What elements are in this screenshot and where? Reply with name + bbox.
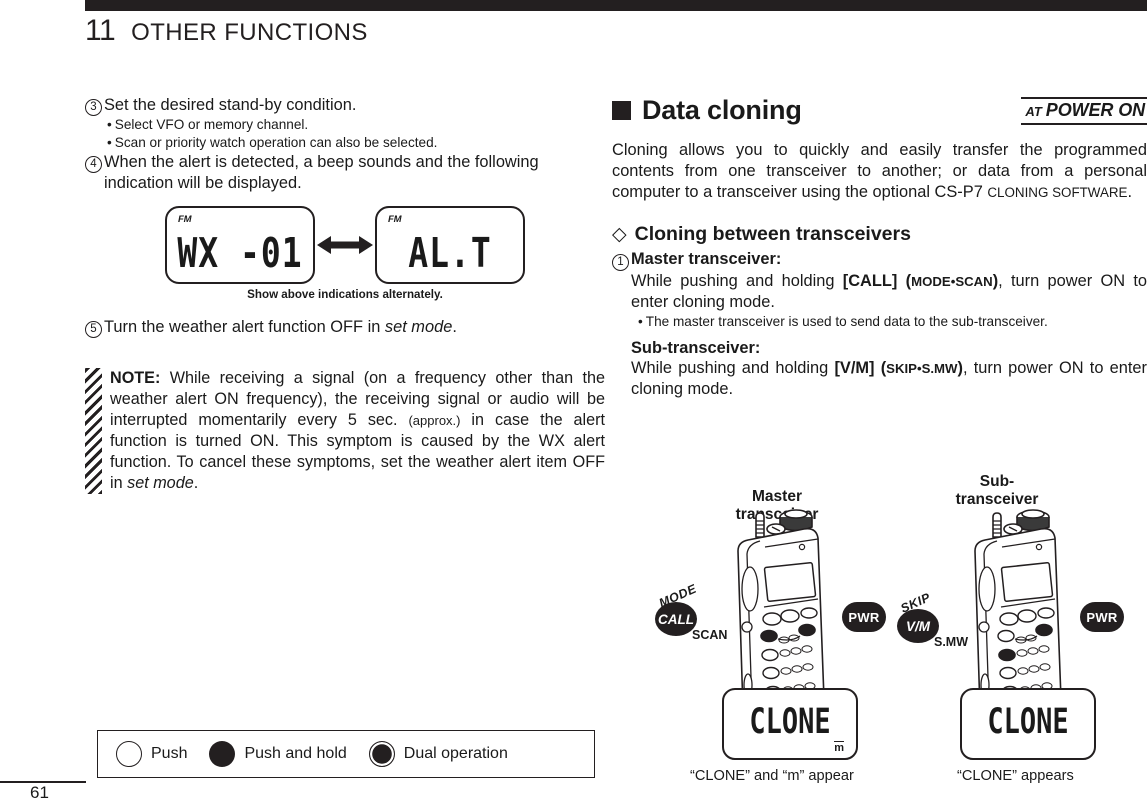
step-3-bullet-1: • Select VFO or memory channel. — [85, 116, 605, 134]
vm-button-under-label: S.MW — [934, 635, 969, 649]
step-number-5: 5 — [85, 321, 102, 338]
sub-instruction: While pushing and holding [V/M] (SKIP•S.… — [612, 358, 1147, 400]
lcd-figure: FM WX -01 FM AL.T — [85, 206, 605, 284]
step-3-text: Set the desired stand-by condition. — [104, 96, 357, 114]
section-title: Data cloning — [642, 95, 802, 125]
master-key-sub: MODE•SCAN — [911, 274, 993, 289]
right-column: Data cloning AT POWER ON Cloning allows … — [612, 95, 1147, 400]
step-4-text: When the alert is detected, a beep sound… — [104, 153, 539, 192]
note-stripe-decoration — [85, 368, 102, 494]
step-3-bullet-2-text: Scan or priority watch operation can als… — [114, 135, 438, 150]
filled-square-icon — [612, 101, 631, 120]
bullet-dot-icon: • — [638, 314, 643, 329]
subsection-title: Cloning between transceivers — [634, 223, 911, 245]
subsection-header: ◇ Cloning between transceivers — [612, 223, 1147, 246]
legend-item-push: Push — [116, 741, 209, 767]
step-4: 4 When the alert is detected, a beep sou… — [85, 152, 605, 194]
cloning-illustration: Master transceiver Sub-transceiver MODE … — [612, 473, 1147, 785]
call-button-label: CALL — [655, 602, 697, 636]
sub-key-sub: SKIP•S.MW — [886, 361, 958, 376]
legend-label-dual-operation: Dual operation — [403, 745, 508, 762]
header-black-bar — [85, 0, 1147, 11]
sub-key: [V/M] — [834, 359, 875, 377]
circle-dual-icon — [368, 741, 395, 767]
legend-label-push-and-hold: Push and hold — [244, 745, 347, 762]
master-key: [CALL] — [842, 272, 898, 290]
status-badge: AT POWER ON — [1021, 96, 1147, 125]
clone-lcd-segment-text: CLONE — [987, 702, 1069, 743]
step-5-italic: set mode — [384, 318, 453, 336]
call-button-under-label: SCAN — [692, 628, 728, 642]
master-instruction: While pushing and holding [CALL] (MODE•S… — [612, 271, 1147, 313]
legend-label-push: Push — [151, 745, 188, 762]
step-3: 3 Set the desired stand-by condition. — [85, 95, 605, 116]
note-text: NOTE: While receiving a signal (on a fre… — [110, 368, 605, 494]
note-box: NOTE: While receiving a signal (on a fre… — [85, 368, 605, 494]
badge-main: POWER ON — [1045, 99, 1145, 120]
chapter-title: OTHER FUNCTIONS — [131, 19, 368, 46]
chapter-header: 11 OTHER FUNCTIONS — [85, 14, 368, 48]
step-number-4: 4 — [85, 156, 102, 173]
sub-power-button[interactable]: PWR — [1080, 602, 1124, 632]
master-paren-open: ( — [897, 272, 912, 290]
clone-lcd-sub: CLONE — [960, 688, 1096, 760]
badge-prefix: AT — [1025, 103, 1042, 119]
master-line-a: While pushing and holding — [631, 272, 843, 290]
intro-smallcaps: CLONING SOFTWARE — [987, 185, 1128, 200]
master-heading: Master transceiver: — [631, 250, 782, 268]
master-call-button[interactable]: MODE CALL SCAN — [652, 582, 727, 646]
master-bullet-text: The master transceiver is used to send d… — [645, 314, 1048, 329]
sub-line-a: While pushing and holding — [631, 359, 835, 377]
step-3-bullet-1-text: Select VFO or memory channel. — [114, 117, 309, 132]
lcd-segment-text: AL.T — [408, 228, 492, 277]
note-italic-tail: set mode — [127, 474, 194, 492]
step-1-master: 1 Master transceiver: — [612, 250, 1147, 271]
intro-end: . — [1127, 183, 1133, 201]
bullet-dot-icon: • — [107, 135, 112, 150]
step-3-bullet-2: • Scan or priority watch operation can al… — [85, 134, 605, 152]
sub-vm-button[interactable]: SKIP V/M S.MW — [894, 590, 968, 653]
section-header: Data cloning — [612, 95, 802, 126]
clone-caption-master: “CLONE” and “m” appear — [690, 768, 854, 784]
sub-heading: Sub-transceiver: — [631, 339, 761, 357]
vm-button-label: V/M — [897, 609, 939, 643]
step-number-1: 1 — [612, 254, 629, 271]
double-arrow-icon — [315, 234, 375, 256]
lcd-display-alt: FM AL.T — [375, 206, 525, 284]
master-power-button[interactable]: PWR — [842, 602, 886, 632]
lcd-figure-caption: Show above indications alternately. — [247, 288, 443, 301]
step-number-3: 3 — [85, 99, 102, 116]
step-5-text: Turn the weather alert function OFF in s… — [104, 318, 457, 336]
diamond-icon: ◇ — [612, 224, 627, 245]
note-approx: (approx.) — [408, 413, 461, 428]
clone-lcd-segment-text: CLONE — [749, 702, 831, 743]
sub-paren-open: ( — [874, 359, 887, 377]
section-header-row: Data cloning AT POWER ON — [612, 95, 1147, 126]
legend-item-push-and-hold: Push and hold — [209, 741, 368, 767]
lcd-fm-flag: FM — [388, 214, 402, 225]
circle-open-icon — [116, 741, 142, 767]
lcd-segment-text: WX -01 — [177, 228, 303, 277]
lcd-fm-flag: FM — [178, 214, 192, 225]
master-bullet: • The master transceiver is used to send … — [612, 313, 1147, 331]
lcd-display-wx: FM WX -01 — [165, 206, 315, 284]
left-column: 3 Set the desired stand-by condition. • S… — [85, 95, 605, 494]
chapter-number: 11 — [85, 14, 116, 47]
note-label: NOTE: — [110, 369, 161, 387]
intro-paragraph: Cloning allows you to quickly and easily… — [612, 140, 1147, 203]
legend-box: Push Push and hold Dual operation — [97, 730, 595, 778]
bullet-dot-icon: • — [107, 117, 112, 132]
legend-item-dual-operation: Dual operation — [368, 741, 530, 767]
clone-caption-sub: “CLONE” appears — [957, 768, 1074, 784]
step-5: 5 Turn the weather alert function OFF in… — [85, 317, 605, 338]
clone-lcd-master: CLONE m — [722, 688, 858, 760]
clone-lcd-m-indicator: m — [834, 741, 844, 754]
note-period: . — [193, 474, 199, 492]
circle-solid-icon — [209, 741, 236, 767]
page-number: 61 — [30, 783, 49, 802]
